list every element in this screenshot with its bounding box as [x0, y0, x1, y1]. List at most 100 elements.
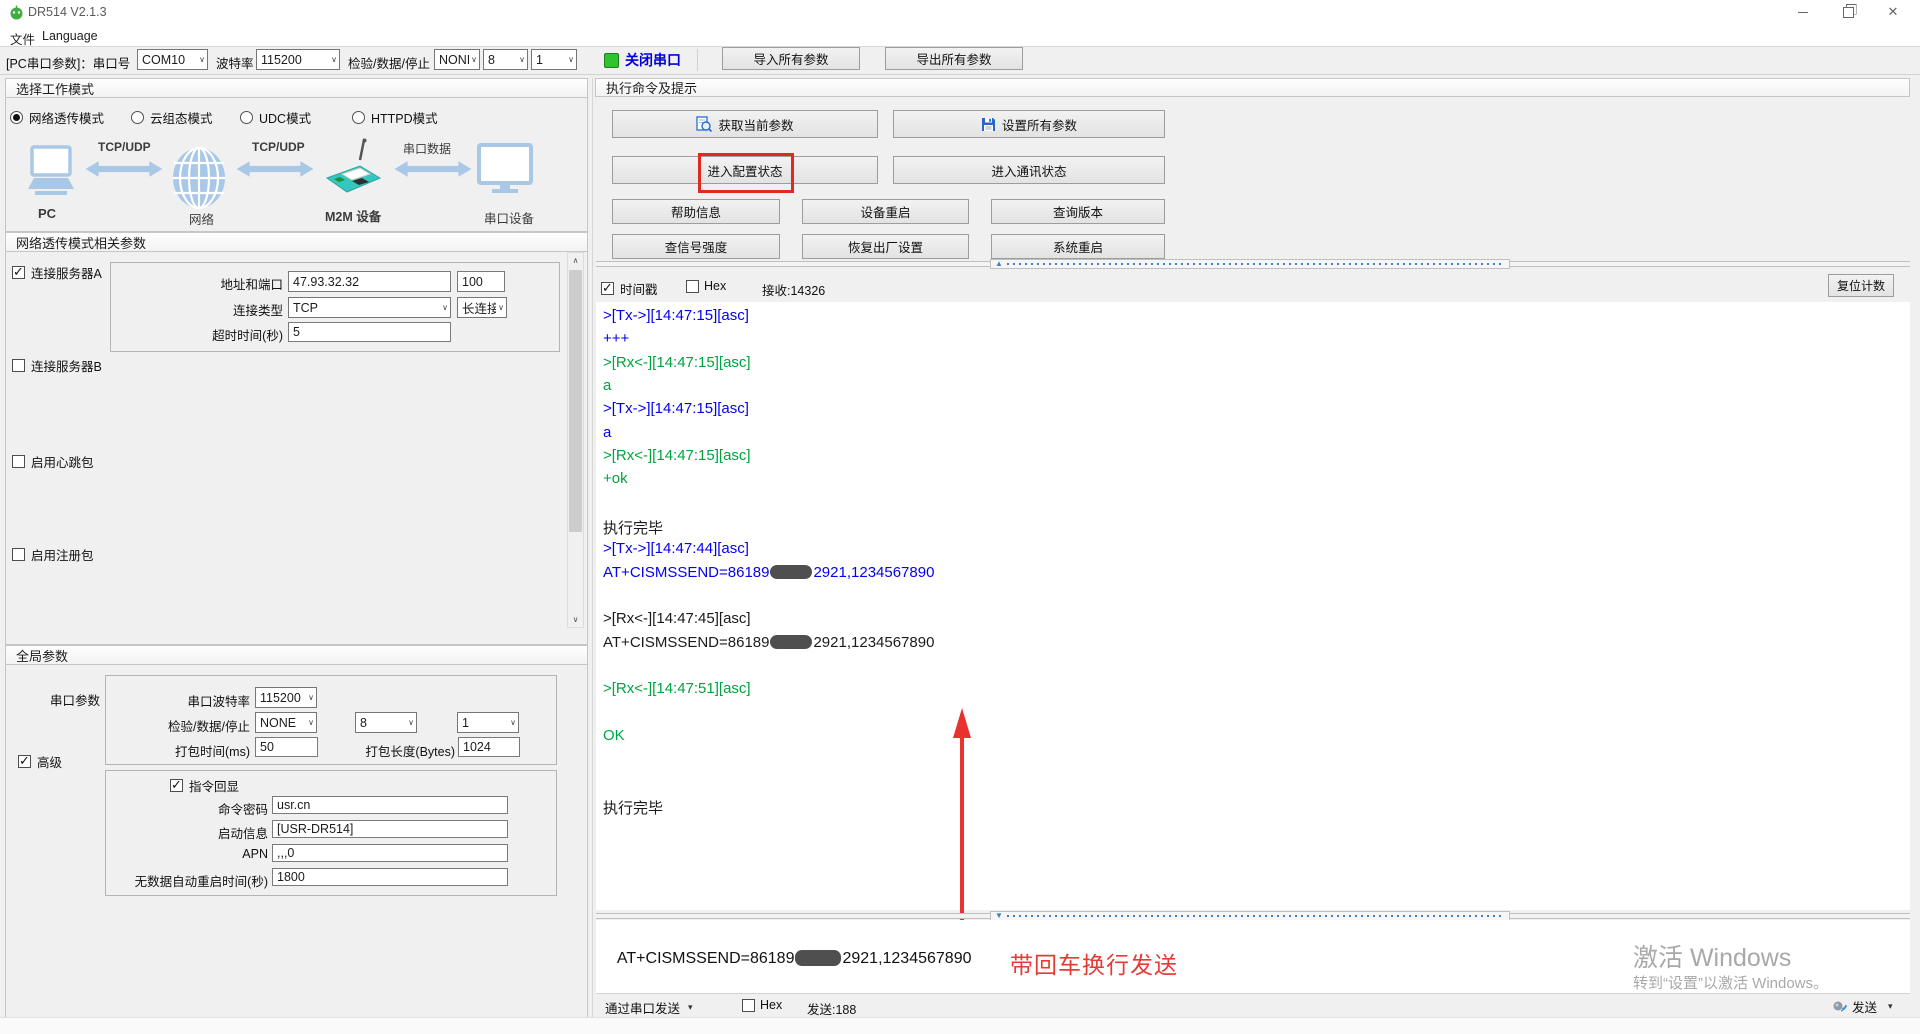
radio-icon — [10, 111, 23, 124]
node-label-m2m: M2M 设备 — [325, 206, 381, 225]
node-label-network: 网络 — [189, 209, 214, 228]
register-checkbox[interactable]: 启用注册包 — [12, 545, 94, 564]
scroll-up-icon[interactable]: ∧ — [568, 253, 583, 268]
server-b-checkbox[interactable]: 连接服务器B — [12, 356, 102, 375]
net-params-header: 网络透传模式相关参数 — [6, 233, 587, 252]
reboot-input[interactable]: 1800 — [272, 868, 508, 886]
import-params-button[interactable]: 导入所有参数 — [722, 47, 860, 70]
global-params-header: 全局参数 — [6, 646, 587, 665]
checkbox-icon — [18, 755, 31, 768]
scrollbar-thumb[interactable] — [569, 270, 582, 532]
cmd-pwd-input[interactable]: usr.cn — [272, 796, 508, 814]
send-via-serial-dropdown[interactable]: 通过串口发送 ▾ — [605, 998, 693, 1017]
baud-select[interactable]: 115200∨ — [256, 49, 340, 70]
g-baud-select[interactable]: 115200∨ — [255, 687, 317, 708]
help-button[interactable]: 帮助信息 — [612, 199, 780, 224]
enter-comm-button[interactable]: 进入通讯状态 — [893, 156, 1165, 184]
export-params-button[interactable]: 导出所有参数 — [885, 47, 1023, 70]
radio-mode-udc[interactable]: UDC模式 — [240, 108, 311, 127]
checkbox-icon — [12, 548, 25, 561]
pack-time-label: 打包时间(ms) — [130, 741, 250, 760]
reset-count-button[interactable]: 复位计数 — [1828, 274, 1894, 297]
timestamp-checkbox[interactable]: 时间戳 — [601, 279, 658, 298]
log-area[interactable]: >[Tx->][14:47:15][asc]+++>[Rx<-][14:47:1… — [596, 302, 1910, 910]
heartbeat-checkbox[interactable]: 启用心跳包 — [12, 452, 94, 471]
activate-windows-watermark-sub: 转到“设置”以激活 Windows。 — [1633, 972, 1828, 993]
addr-label: 地址和端口 — [158, 274, 283, 293]
advanced-checkbox[interactable]: 高级 — [18, 752, 62, 771]
pack-len-label: 打包长度(Bytes) — [330, 741, 455, 760]
send-command-text: AT+CISMSSEND=86189 — [617, 950, 795, 967]
radio-mode-transparent[interactable]: 网络透传模式 — [10, 108, 104, 127]
timeout-label: 超时时间(秒) — [158, 325, 283, 344]
server-a-address-input[interactable]: 47.93.32.32 — [288, 271, 451, 292]
title-bar: DR514 V2.1.3 ✕ — [0, 0, 1920, 24]
conn-type-label: 连接类型 — [158, 300, 283, 319]
toolbar-separator — [697, 49, 698, 71]
apn-input[interactable]: ,,,0 — [272, 844, 508, 862]
g-stopbits-select[interactable]: 1∨ — [457, 712, 519, 733]
scroll-down-icon[interactable]: ∨ — [568, 612, 583, 627]
stopbits-select[interactable]: 1∨ — [531, 49, 577, 70]
pack-len-input[interactable]: 1024 — [458, 737, 520, 757]
parity-select[interactable]: NONI∨ — [434, 49, 480, 70]
timeout-input[interactable]: 5 — [288, 322, 451, 342]
boot-msg-input[interactable]: [USR-DR514] — [272, 820, 508, 838]
send-button[interactable]: 发送 ▾ — [1832, 997, 1893, 1016]
network-globe-icon — [172, 147, 227, 209]
redaction-blob — [795, 950, 841, 966]
g-databits-select[interactable]: 8∨ — [355, 712, 417, 733]
checkbox-icon — [12, 359, 25, 372]
minimize-button[interactable] — [1782, 0, 1824, 24]
radio-mode-cloud[interactable]: 云组态模式 — [131, 108, 213, 127]
factory-reset-button[interactable]: 恢复出厂设置 — [802, 234, 969, 259]
log-hex-checkbox[interactable]: Hex — [686, 279, 726, 293]
pack-time-input[interactable]: 50 — [255, 737, 318, 757]
server-a-checkbox[interactable]: 连接服务器A — [12, 263, 102, 282]
collapse-down-icon[interactable]: ▼ — [995, 912, 1003, 920]
signal-strength-button[interactable]: 查信号强度 — [612, 234, 780, 259]
net-params-scrollbar[interactable]: ∧ ∨ — [567, 252, 584, 628]
parity-label: 检验/数据/停止 — [348, 53, 430, 72]
checkbox-icon — [742, 999, 755, 1012]
annotation-arrow-line — [960, 736, 964, 941]
checkbox-icon — [12, 266, 25, 279]
device-reboot-button[interactable]: 设备重启 — [802, 199, 969, 224]
g-parity-select[interactable]: NONE∨ — [255, 712, 317, 733]
serial-params-label: 串口参数 — [50, 690, 100, 709]
restore-button[interactable] — [1827, 0, 1869, 24]
m2m-device-icon — [322, 138, 384, 202]
cmd-pwd-label: 命令密码 — [148, 799, 268, 818]
com-port-select[interactable]: COM10∨ — [137, 49, 208, 70]
arrow-icon — [83, 159, 165, 179]
activate-windows-watermark: 激活 Windows — [1633, 938, 1791, 974]
query-version-button[interactable]: 查询版本 — [991, 199, 1165, 224]
reboot-label: 无数据自动重启时间(秒) — [118, 871, 268, 890]
collapse-up-icon[interactable]: ▲ — [995, 260, 1003, 268]
get-params-button[interactable]: 获取当前参数 — [612, 110, 878, 138]
radio-icon — [352, 111, 365, 124]
close-button[interactable]: ✕ — [1872, 0, 1914, 24]
g-parity-label: 检验/数据/停止 — [130, 716, 250, 735]
sent-count: 发送:188 — [807, 999, 856, 1018]
dropdown-arrow-icon: ▾ — [688, 1002, 693, 1013]
dropdown-arrow-icon: ▾ — [1888, 1001, 1893, 1012]
server-a-port-input[interactable]: 100 — [457, 271, 505, 292]
window-title: DR514 V2.1.3 — [28, 5, 107, 19]
radio-icon — [240, 111, 253, 124]
pc-icon — [25, 145, 77, 201]
databits-select[interactable]: 8∨ — [483, 49, 528, 70]
annotation-note: 带回车换行发送 — [1010, 946, 1178, 980]
set-params-button[interactable]: 设置所有参数 — [893, 110, 1165, 138]
system-reboot-button[interactable]: 系统重启 — [991, 234, 1165, 259]
log-splitter-handle[interactable]: ▲ — [990, 259, 1510, 269]
conn-type-select[interactable]: TCP∨ — [288, 297, 451, 318]
menu-language[interactable]: Language — [38, 27, 102, 45]
g-baud-label: 串口波特率 — [130, 691, 250, 710]
close-serial-button[interactable]: 关闭串口 — [604, 50, 681, 70]
radio-mode-httpd[interactable]: HTTPD模式 — [352, 108, 438, 127]
cmd-echo-checkbox[interactable]: 指令回显 — [170, 776, 239, 795]
keepalive-select[interactable]: 长连接∨ — [457, 297, 507, 318]
send-hex-checkbox[interactable]: Hex — [742, 998, 782, 1012]
send-bar: 通过串口发送 ▾ Hex 发送:188 发送 ▾ — [596, 993, 1910, 1017]
